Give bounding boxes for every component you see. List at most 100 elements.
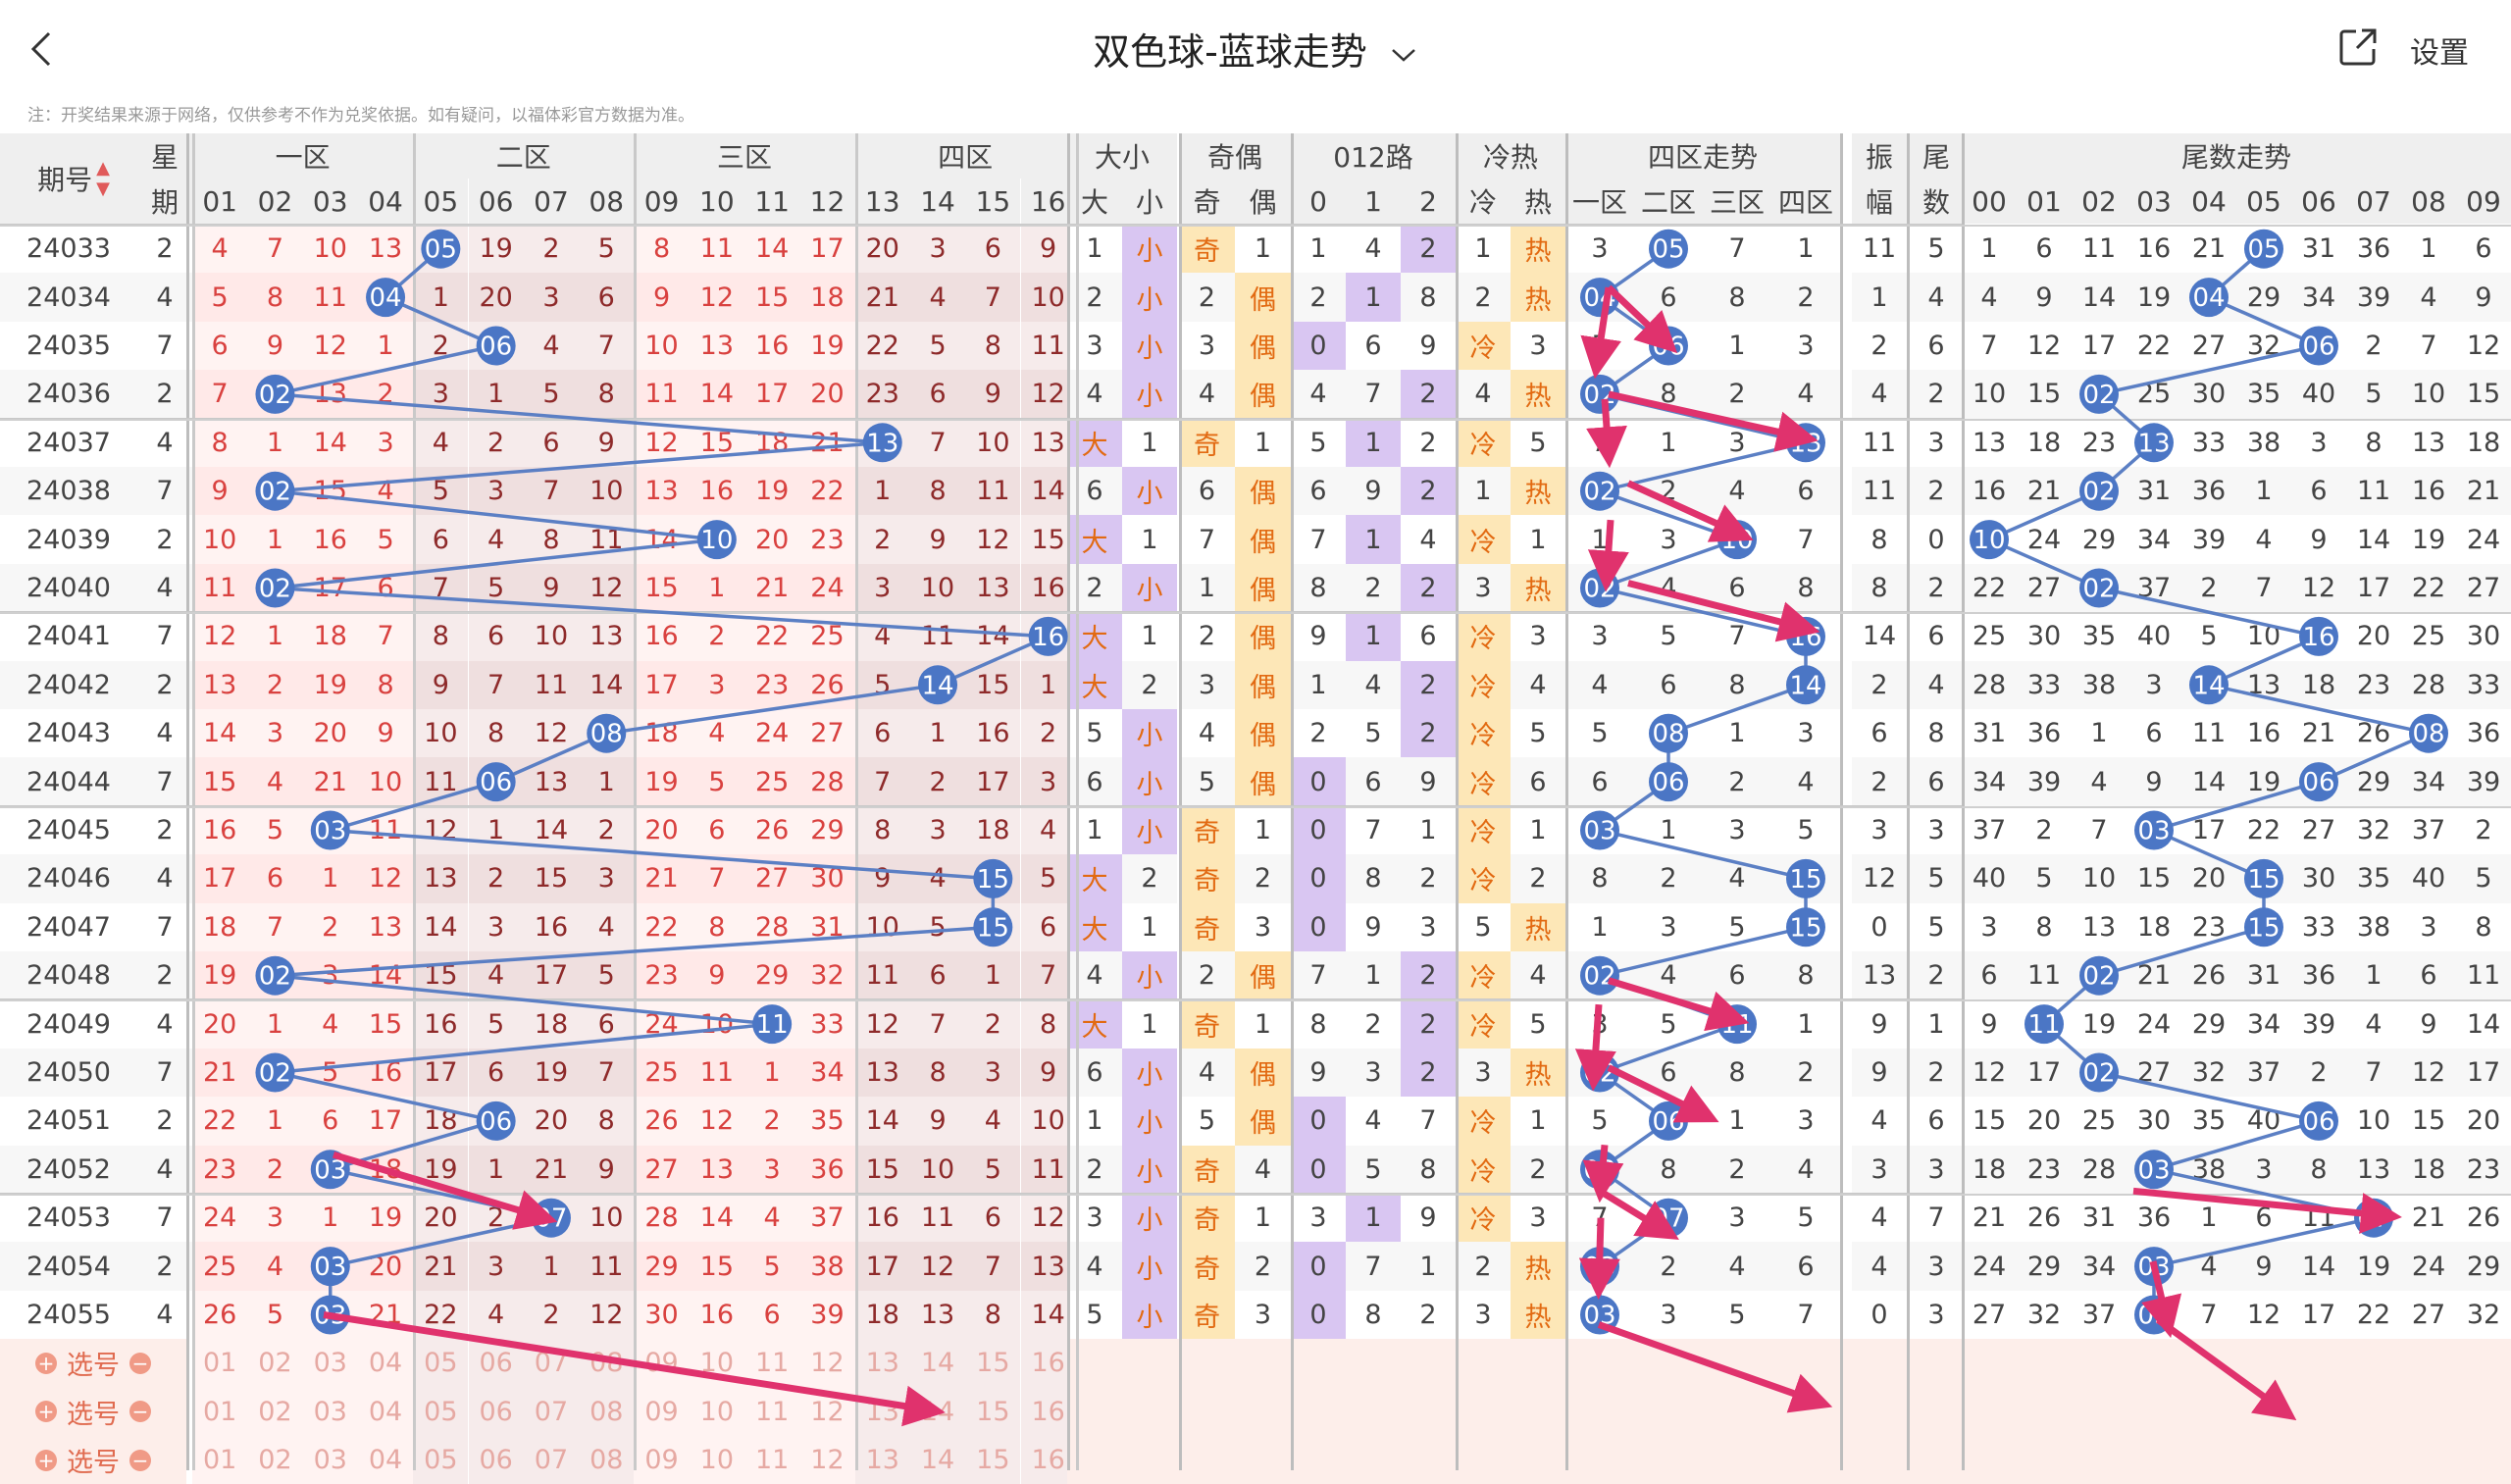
lu-cell-1: 1 bbox=[1346, 515, 1401, 564]
zone-trend-cell: 1 bbox=[1771, 225, 1840, 274]
zone-trend-cell bbox=[1634, 709, 1703, 758]
select-ball-15[interactable]: 15 bbox=[965, 1339, 1021, 1388]
select-ball-10[interactable]: 10 bbox=[689, 1387, 744, 1436]
select-ball-08[interactable]: 08 bbox=[579, 1339, 635, 1388]
select-ball-15[interactable]: 15 bbox=[965, 1436, 1021, 1484]
select-ball-15[interactable]: 15 bbox=[965, 1387, 1021, 1436]
select-ball-02[interactable]: 02 bbox=[247, 1339, 303, 1388]
lengre-hot: 4 bbox=[1511, 660, 1565, 709]
select-ball-13[interactable]: 13 bbox=[854, 1387, 910, 1436]
select-ball-09[interactable]: 09 bbox=[634, 1339, 690, 1388]
zone-trend-cell: 4 bbox=[1771, 370, 1840, 419]
ball-miss-cell: 2 bbox=[357, 370, 414, 419]
select-ball-07[interactable]: 07 bbox=[523, 1339, 580, 1388]
lu-cell-2: 8 bbox=[1401, 273, 1456, 322]
ball-miss-cell: 19 bbox=[744, 467, 800, 516]
select-ball-11[interactable]: 11 bbox=[744, 1339, 800, 1388]
select-ball-14[interactable]: 14 bbox=[909, 1339, 966, 1388]
jiou-odd: 4 bbox=[1179, 370, 1235, 419]
tail-trend-cell: 17 bbox=[2291, 1290, 2346, 1340]
select-ball-02[interactable]: 02 bbox=[247, 1387, 303, 1436]
select-ball-13[interactable]: 13 bbox=[854, 1339, 910, 1388]
tail-trend-cell: 30 bbox=[2456, 612, 2511, 661]
select-ball-05[interactable]: 05 bbox=[413, 1387, 469, 1436]
select-ball-02[interactable]: 02 bbox=[247, 1436, 303, 1484]
tail-trend-cell: 26 bbox=[2181, 951, 2236, 1000]
zhen-value: 9 bbox=[1852, 999, 1907, 1049]
tail-trend-cell: 35 bbox=[2072, 612, 2127, 661]
tail-trend-cell: 10 bbox=[2236, 612, 2291, 661]
ball-miss-cell: 4 bbox=[247, 1242, 303, 1291]
star-value: 7 bbox=[137, 321, 192, 371]
select-ball-05[interactable]: 05 bbox=[413, 1339, 469, 1388]
ball-miss-cell: 16 bbox=[854, 1194, 910, 1243]
lengre-cold: 冷 bbox=[1456, 854, 1511, 903]
select-ball-05[interactable]: 05 bbox=[413, 1436, 469, 1484]
jiou-odd: 2 bbox=[1179, 951, 1235, 1000]
lengre-hot: 2 bbox=[1511, 854, 1565, 903]
column-divider bbox=[1840, 133, 1843, 1470]
ball-miss-cell bbox=[247, 951, 303, 1000]
tail-col-00: 00 bbox=[1962, 179, 2017, 224]
select-ball-13[interactable]: 13 bbox=[854, 1436, 910, 1484]
select-ball-01[interactable]: 01 bbox=[192, 1387, 248, 1436]
select-ball-07[interactable]: 07 bbox=[523, 1387, 580, 1436]
ball-miss-cell: 1 bbox=[909, 709, 966, 758]
select-ball-03[interactable]: 03 bbox=[302, 1436, 358, 1484]
select-ball-01[interactable]: 01 bbox=[192, 1436, 248, 1484]
select-ball-10[interactable]: 10 bbox=[689, 1436, 744, 1484]
select-ball-04[interactable]: 04 bbox=[357, 1436, 414, 1484]
jiou-odd: 奇 bbox=[1179, 854, 1235, 903]
jiou-odd: 7 bbox=[1179, 515, 1235, 564]
tail-trend-cell: 33 bbox=[2017, 660, 2072, 709]
select-ball-11[interactable]: 11 bbox=[744, 1436, 800, 1484]
period-id: 24041 bbox=[0, 612, 137, 661]
zone-trend-cell: 8 bbox=[1771, 951, 1840, 1000]
select-ball-04[interactable]: 04 bbox=[357, 1339, 414, 1388]
select-row-label[interactable]: + 选号 − bbox=[0, 1387, 186, 1436]
daxiao-small: 小 bbox=[1122, 1290, 1177, 1340]
period-id: 24049 bbox=[0, 999, 137, 1049]
select-ball-06[interactable]: 06 bbox=[468, 1387, 524, 1436]
select-row-label[interactable]: + 选号 − bbox=[0, 1436, 186, 1484]
select-ball-07[interactable]: 07 bbox=[523, 1436, 580, 1484]
select-ball-12[interactable]: 12 bbox=[799, 1339, 855, 1388]
lu-cell-1: 8 bbox=[1346, 854, 1401, 903]
select-ball-06[interactable]: 06 bbox=[468, 1436, 524, 1484]
jiou-odd: 4 bbox=[1179, 709, 1235, 758]
tail-trend-cell: 18 bbox=[2291, 660, 2346, 709]
ball-miss-cell: 13 bbox=[579, 612, 635, 661]
lengre-hot: 5 bbox=[1511, 709, 1565, 758]
lengre-cold: 冷 bbox=[1456, 1145, 1511, 1194]
trend-table: 期号 ▲ ▼ 星期一区 二区 三区 四区 01 02 03 04 05 06 07 08 09 10 11 12 13… bbox=[0, 0, 2511, 1484]
select-ball-04[interactable]: 04 bbox=[357, 1387, 414, 1436]
wei-sub-header: 数 bbox=[1909, 179, 1964, 224]
tail-trend-cell: 29 bbox=[2346, 757, 2401, 806]
select-ball-12[interactable]: 12 bbox=[799, 1387, 855, 1436]
select-ball-01[interactable]: 01 bbox=[192, 1339, 248, 1388]
select-ball-03[interactable]: 03 bbox=[302, 1339, 358, 1388]
ball-miss-cell bbox=[523, 1194, 580, 1243]
select-ball-09[interactable]: 09 bbox=[634, 1387, 690, 1436]
select-ball-12[interactable]: 12 bbox=[799, 1436, 855, 1484]
select-ball-08[interactable]: 08 bbox=[579, 1436, 635, 1484]
select-ball-11[interactable]: 11 bbox=[744, 1387, 800, 1436]
ball-miss-cell: 13 bbox=[854, 1048, 910, 1098]
select-ball-08[interactable]: 08 bbox=[579, 1387, 635, 1436]
lengre-cold: 冷 bbox=[1456, 951, 1511, 1000]
ball-miss-cell bbox=[302, 1242, 358, 1291]
tail-trend-cell: 11 bbox=[2181, 709, 2236, 758]
ball-miss-cell: 11 bbox=[965, 467, 1021, 516]
select-ball-06[interactable]: 06 bbox=[468, 1339, 524, 1388]
select-ball-14[interactable]: 14 bbox=[909, 1436, 966, 1484]
select-ball-10[interactable]: 10 bbox=[689, 1339, 744, 1388]
tail-trend-cell: 2 bbox=[2456, 805, 2511, 855]
tail-trend-cell: 36 bbox=[2017, 709, 2072, 758]
lengre-hot: 热 bbox=[1511, 563, 1565, 613]
select-row-label[interactable]: + 选号 − bbox=[0, 1339, 186, 1388]
select-ball-14[interactable]: 14 bbox=[909, 1387, 966, 1436]
lu-cell-0: 6 bbox=[1291, 467, 1346, 516]
select-ball-09[interactable]: 09 bbox=[634, 1436, 690, 1484]
zone-trend-cell: 5 bbox=[1771, 805, 1840, 855]
select-ball-03[interactable]: 03 bbox=[302, 1387, 358, 1436]
